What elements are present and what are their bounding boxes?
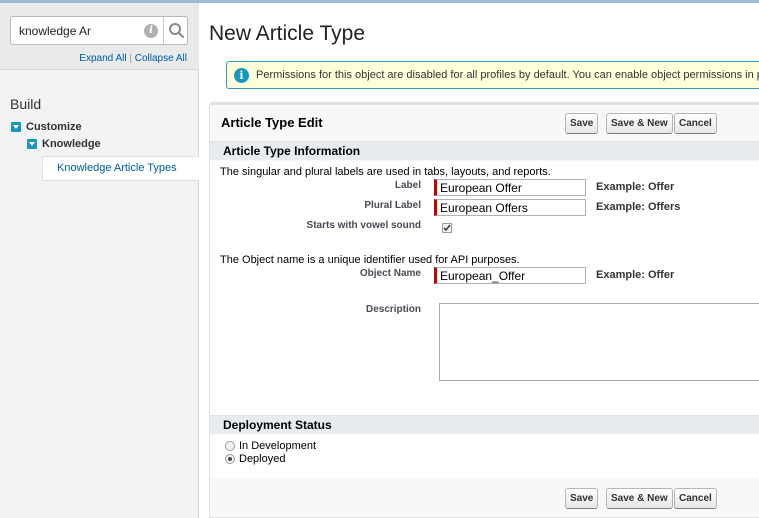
info-icon: i — [234, 68, 249, 83]
build-heading: Build — [10, 96, 42, 112]
radio-deployed[interactable]: Deployed — [225, 453, 285, 465]
save-and-new-button[interactable]: Save & New — [606, 113, 673, 134]
tree-item-customize[interactable]: Customize — [11, 121, 82, 133]
description-textarea[interactable] — [439, 303, 759, 381]
cancel-button-bottom[interactable]: Cancel — [674, 488, 717, 509]
expand-collapse-links: Expand All | Collapse All — [79, 53, 187, 64]
section-title: Article Type Information — [223, 144, 361, 158]
vowel-sound-label: Starts with vowel sound — [306, 220, 421, 231]
radio-label-deployed: Deployed — [239, 453, 286, 465]
save-and-new-button-bottom[interactable]: Save & New — [606, 488, 673, 509]
quick-find-box: i — [10, 16, 188, 45]
info-icon[interactable]: i — [144, 24, 158, 38]
collapse-toggle-icon[interactable] — [11, 122, 21, 132]
object-name-field-label: Object Name — [359, 268, 421, 279]
search-divider — [163, 17, 164, 44]
checkmark-icon — [443, 224, 451, 232]
label-input[interactable] — [434, 179, 586, 196]
section-title: Deployment Status — [223, 418, 332, 432]
radio-in-development[interactable]: In Development — [225, 440, 316, 452]
tree-item-knowledge-article-types[interactable]: Knowledge Article Types — [42, 156, 199, 181]
plural-label-example: Example: Offers — [596, 201, 681, 213]
description-field-label: Description — [365, 304, 421, 315]
link-separator: | — [129, 53, 132, 64]
sidebar-search-area: i Expand All | Collapse All — [0, 3, 199, 70]
save-button[interactable]: Save — [565, 113, 599, 134]
setup-sidebar: i Expand All | Collapse All Build Custom… — [0, 3, 199, 518]
collapse-toggle-icon[interactable] — [27, 139, 37, 149]
save-button-bottom[interactable]: Save — [565, 488, 599, 509]
vowel-sound-checkbox[interactable] — [442, 223, 452, 233]
info-message: i Permissions for this object are disabl… — [226, 61, 759, 89]
article-type-information-body: The singular and plural labels are used … — [210, 161, 759, 415]
page-title: New Article Type — [209, 22, 366, 45]
cancel-button[interactable]: Cancel — [674, 113, 717, 134]
radio-button-in-development[interactable] — [225, 441, 235, 451]
search-icon[interactable] — [168, 22, 185, 39]
object-name-input[interactable] — [434, 267, 586, 284]
tree-item-knowledge[interactable]: Knowledge — [27, 138, 101, 150]
panel-title: Article Type Edit — [221, 115, 323, 130]
deployment-status-body: In Development Deployed — [210, 435, 759, 478]
collapse-all-link[interactable]: Collapse All — [135, 53, 187, 64]
tree-label-customize: Customize — [26, 121, 82, 133]
section-header-deployment-status: Deployment Status — [210, 415, 759, 434]
radio-label-in-development: In Development — [239, 440, 317, 452]
plural-label-input[interactable] — [434, 199, 586, 216]
plural-label-field-label: Plural Label — [364, 200, 421, 211]
label-example: Example: Offer — [596, 181, 675, 193]
radio-selected-dot — [228, 457, 232, 461]
quick-find-input[interactable] — [19, 22, 137, 40]
main-content: New Article Type i Permissions for this … — [200, 3, 759, 518]
section-header-article-type-information: Article Type Information — [210, 141, 759, 160]
label-field-label: Label — [394, 180, 421, 191]
labels-help-text: The singular and plural labels are used … — [220, 166, 551, 178]
tree-label-knowledge: Knowledge — [42, 138, 101, 150]
object-name-help-text: The Object name is a unique identifier u… — [220, 254, 520, 266]
radio-button-deployed[interactable] — [225, 454, 235, 464]
object-name-example: Example: Offer — [596, 269, 675, 281]
article-type-edit-panel: Article Type Edit Save Save & New Cancel… — [209, 102, 759, 518]
info-message-text: Permissions for this object are disabled… — [256, 69, 759, 81]
expand-all-link[interactable]: Expand All — [79, 53, 126, 64]
